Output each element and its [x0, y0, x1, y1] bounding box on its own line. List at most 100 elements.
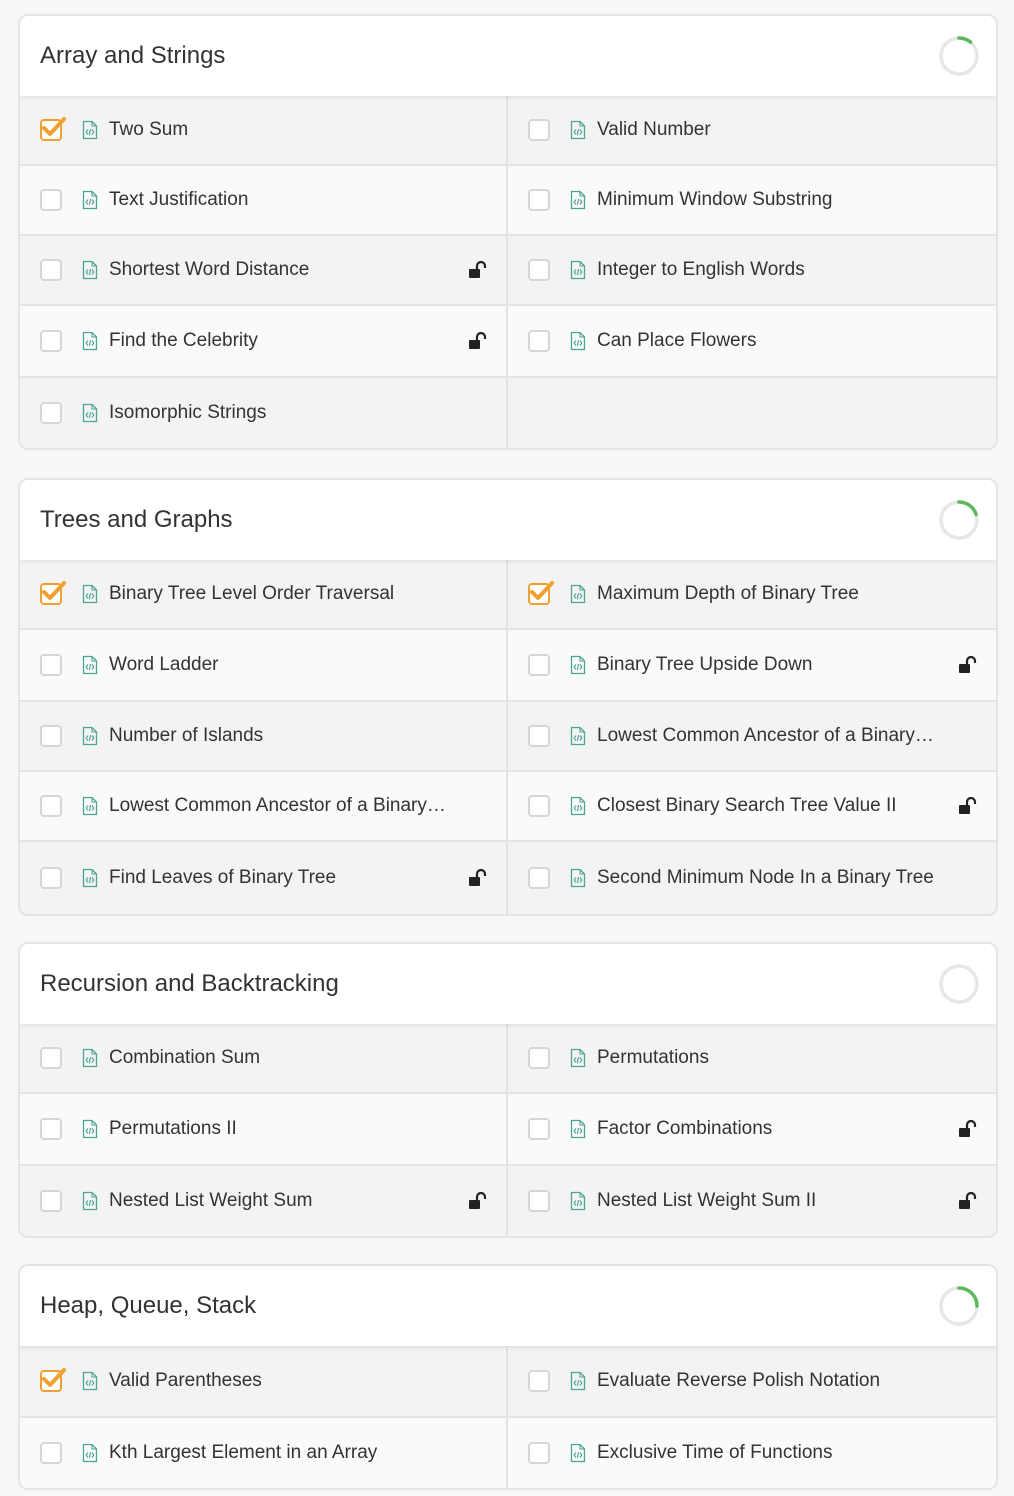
- problem-title-link[interactable]: Permutations II: [109, 1118, 237, 1140]
- problem-title-link[interactable]: Combination Sum: [109, 1047, 260, 1069]
- problem-item[interactable]: Two Sum: [20, 96, 508, 166]
- problem-item[interactable]: Isomorphic Strings: [20, 378, 508, 448]
- problem-item[interactable]: Binary Tree Upside Down: [508, 630, 996, 702]
- problem-item[interactable]: Find the Celebrity: [20, 306, 508, 378]
- problem-title-link[interactable]: Second Minimum Node In a Binary Tree: [597, 867, 934, 889]
- problem-title-link[interactable]: Nested List Weight Sum II: [597, 1190, 816, 1212]
- checked-checkbox[interactable]: [40, 117, 66, 141]
- problem-item[interactable]: Minimum Window Substring: [508, 166, 996, 236]
- section-header[interactable]: Heap, Queue, Stack: [20, 1266, 996, 1346]
- checkbox[interactable]: [40, 867, 62, 889]
- section-header[interactable]: Recursion and Backtracking: [20, 944, 996, 1024]
- problem-item[interactable]: Closest Binary Search Tree Value II: [508, 772, 996, 842]
- unlock-icon: [958, 796, 978, 815]
- problem-item[interactable]: Valid Number: [508, 96, 996, 166]
- problem-item[interactable]: Can Place Flowers: [508, 306, 996, 378]
- checkbox[interactable]: [528, 189, 550, 211]
- problem-item[interactable]: Evaluate Reverse Polish Notation: [508, 1346, 996, 1418]
- problem-item[interactable]: Maximum Depth of Binary Tree: [508, 560, 996, 630]
- problem-title-link[interactable]: Factor Combinations: [597, 1118, 772, 1140]
- problem-title-link[interactable]: Maximum Depth of Binary Tree: [597, 583, 859, 605]
- problem-title-link[interactable]: Valid Number: [597, 119, 711, 141]
- checkbox[interactable]: [40, 1047, 62, 1069]
- problem-item[interactable]: Exclusive Time of Functions: [508, 1418, 996, 1488]
- problem-title-link[interactable]: Find Leaves of Binary Tree: [109, 867, 336, 889]
- code-file-icon: [570, 1119, 586, 1139]
- problem-title-link[interactable]: Lowest Common Ancestor of a Binary…: [597, 725, 934, 747]
- checkbox[interactable]: [528, 1118, 550, 1140]
- problem-item[interactable]: Lowest Common Ancestor of a Binary…: [508, 702, 996, 772]
- problem-item[interactable]: Lowest Common Ancestor of a Binary…: [20, 772, 508, 842]
- problem-title-link[interactable]: Binary Tree Level Order Traversal: [109, 583, 394, 605]
- problem-title-link[interactable]: Two Sum: [109, 119, 188, 141]
- section-title: Heap, Queue, Stack: [40, 1292, 257, 1319]
- checkbox[interactable]: [40, 795, 62, 817]
- problem-item[interactable]: Nested List Weight Sum II: [508, 1166, 996, 1236]
- problem-item[interactable]: Permutations: [508, 1024, 996, 1094]
- problem-item[interactable]: Text Justification: [20, 166, 508, 236]
- problem-title-link[interactable]: Binary Tree Upside Down: [597, 654, 812, 676]
- problem-item[interactable]: Nested List Weight Sum: [20, 1166, 508, 1236]
- problem-item[interactable]: Valid Parentheses: [20, 1346, 508, 1418]
- problem-item[interactable]: Combination Sum: [20, 1024, 508, 1094]
- problem-title-link[interactable]: Number of Islands: [109, 725, 263, 747]
- problem-title-link[interactable]: Closest Binary Search Tree Value II: [597, 795, 897, 817]
- checkbox[interactable]: [528, 259, 550, 281]
- problem-item[interactable]: Factor Combinations: [508, 1094, 996, 1166]
- problem-item[interactable]: Integer to English Words: [508, 236, 996, 306]
- problem-title-link[interactable]: Lowest Common Ancestor of a Binary…: [109, 795, 446, 817]
- problem-title-link[interactable]: Nested List Weight Sum: [109, 1190, 312, 1212]
- checkbox[interactable]: [528, 795, 550, 817]
- code-file-icon: [570, 1048, 586, 1068]
- code-file-icon: [82, 655, 98, 675]
- checkbox[interactable]: [40, 1442, 62, 1464]
- problem-title-link[interactable]: Text Justification: [109, 189, 248, 211]
- problem-item[interactable]: Find Leaves of Binary Tree: [20, 842, 508, 914]
- problem-title-link[interactable]: Kth Largest Element in an Array: [109, 1442, 377, 1464]
- problem-item[interactable]: Shortest Word Distance: [20, 236, 508, 306]
- code-file-icon: [570, 1191, 586, 1211]
- problem-item[interactable]: Second Minimum Node In a Binary Tree: [508, 842, 996, 914]
- checkbox[interactable]: [528, 119, 550, 141]
- section-header[interactable]: Array and Strings: [20, 16, 996, 96]
- section-header[interactable]: Trees and Graphs: [20, 480, 996, 560]
- problem-title-link[interactable]: Evaluate Reverse Polish Notation: [597, 1370, 880, 1392]
- checkbox[interactable]: [40, 1118, 62, 1140]
- checkbox[interactable]: [528, 1370, 550, 1392]
- code-file-icon: [82, 260, 98, 280]
- checkbox[interactable]: [40, 189, 62, 211]
- problem-title-link[interactable]: Minimum Window Substring: [597, 189, 832, 211]
- checkbox[interactable]: [528, 1190, 550, 1212]
- checkbox[interactable]: [528, 867, 550, 889]
- checkbox[interactable]: [528, 654, 550, 676]
- problem-title-link[interactable]: Valid Parentheses: [109, 1370, 262, 1392]
- problem-item[interactable]: Number of Islands: [20, 702, 508, 772]
- checkbox[interactable]: [528, 1442, 550, 1464]
- problem-title-link[interactable]: Permutations: [597, 1047, 709, 1069]
- problem-title-link[interactable]: Isomorphic Strings: [109, 402, 266, 424]
- problem-title-link[interactable]: Word Ladder: [109, 654, 219, 676]
- problem-item[interactable]: Binary Tree Level Order Traversal: [20, 560, 508, 630]
- problem-title-link[interactable]: Find the Celebrity: [109, 330, 258, 352]
- checkbox[interactable]: [528, 330, 550, 352]
- problem-title-link[interactable]: Shortest Word Distance: [109, 259, 309, 281]
- checked-checkbox[interactable]: [528, 581, 554, 605]
- progress-ring-icon: [938, 1285, 980, 1327]
- checkbox[interactable]: [40, 725, 62, 747]
- checkbox[interactable]: [40, 330, 62, 352]
- checkbox[interactable]: [40, 402, 62, 424]
- problem-title-link[interactable]: Integer to English Words: [597, 259, 805, 281]
- checkbox[interactable]: [40, 1190, 62, 1212]
- problem-title-link[interactable]: Exclusive Time of Functions: [597, 1442, 832, 1464]
- checked-checkbox[interactable]: [40, 581, 66, 605]
- checkbox[interactable]: [528, 725, 550, 747]
- checkbox[interactable]: [528, 1047, 550, 1069]
- checkbox[interactable]: [40, 259, 62, 281]
- checked-checkbox[interactable]: [40, 1368, 66, 1392]
- problem-item[interactable]: Kth Largest Element in an Array: [20, 1418, 508, 1488]
- problem-item[interactable]: Word Ladder: [20, 630, 508, 702]
- code-file-icon: [570, 331, 586, 351]
- problem-title-link[interactable]: Can Place Flowers: [597, 330, 756, 352]
- checkbox[interactable]: [40, 654, 62, 676]
- problem-item[interactable]: Permutations II: [20, 1094, 508, 1166]
